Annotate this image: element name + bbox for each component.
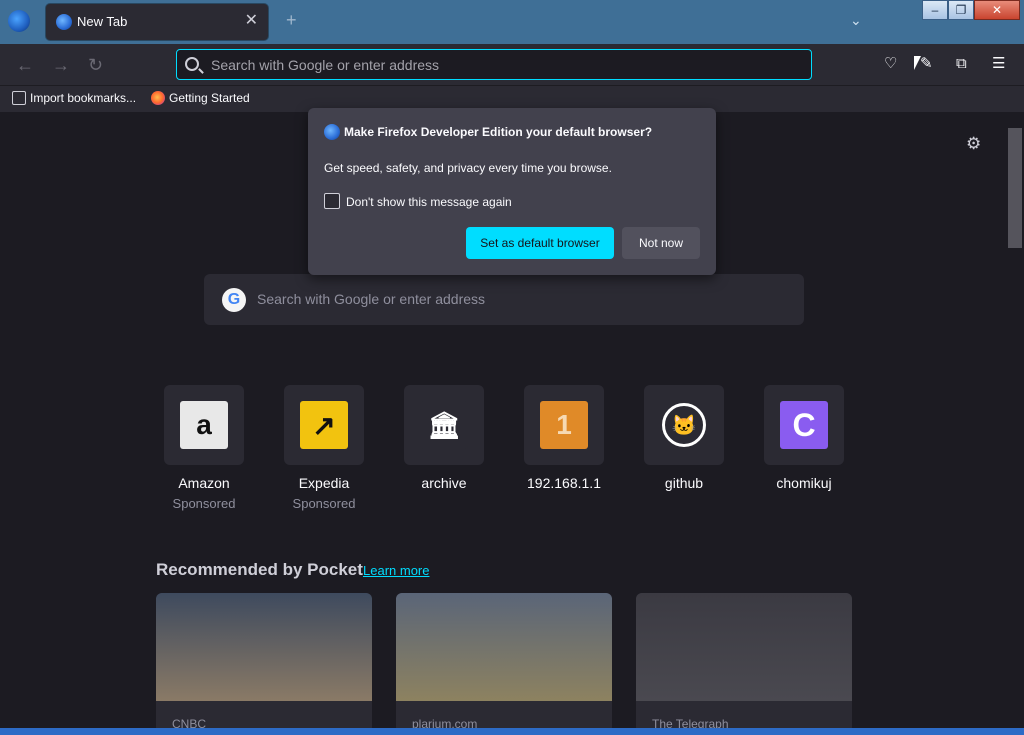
pocket-card-image: [156, 593, 372, 701]
pocket-card[interactable]: The Telegraph: [636, 593, 852, 733]
github-icon: 🐱: [662, 403, 706, 447]
close-tab-icon[interactable]: ✕: [245, 12, 258, 30]
set-default-browser-button[interactable]: Set as default browser: [466, 227, 614, 259]
google-icon: G: [222, 288, 246, 312]
top-site-label: chomikuj: [776, 475, 832, 491]
firefox-developer-icon: [324, 124, 340, 140]
firefox-icon: [56, 14, 72, 30]
firefox-icon: [151, 91, 165, 105]
tab-strip: New Tab ✕ + ⌄ – ❐ ✕: [0, 0, 1024, 44]
developer-tools-icon[interactable]: ✎: [920, 55, 933, 73]
default-browser-popup: Make Firefox Developer Edition your defa…: [308, 108, 716, 275]
forward-button[interactable]: →: [52, 55, 70, 75]
not-now-button[interactable]: Not now: [622, 227, 700, 259]
bookmark-label: Getting Started: [169, 91, 250, 105]
top-site-tile[interactable]: 1 192.168.1.1: [524, 385, 604, 491]
expedia-icon: ↗: [300, 401, 348, 449]
url-placeholder: Search with Google or enter address: [211, 57, 440, 73]
firefox-menu-icon[interactable]: [8, 10, 30, 32]
archive-icon: 🏛: [420, 401, 468, 449]
new-tab-button[interactable]: +: [286, 10, 297, 31]
gear-icon[interactable]: ⚙: [966, 134, 981, 154]
extensions-icon[interactable]: ⧉: [956, 55, 967, 73]
app-menu-icon[interactable]: ☰: [992, 55, 1005, 73]
top-site-label: 192.168.1.1: [527, 475, 601, 491]
window-controls: – ❐ ✕: [922, 0, 1020, 20]
router-icon: 1: [540, 401, 588, 449]
top-site-tile[interactable]: a Amazon Sponsored: [164, 385, 244, 511]
top-site-label: Amazon: [178, 475, 230, 491]
top-site-tile[interactable]: C chomikuj: [764, 385, 844, 491]
scrollbar-thumb[interactable]: [1008, 128, 1022, 248]
close-window-button[interactable]: ✕: [974, 0, 1020, 20]
bookmark-import[interactable]: Import bookmarks...: [12, 91, 136, 105]
dont-show-checkbox[interactable]: [324, 193, 340, 209]
top-site-label: archive: [421, 475, 467, 491]
reload-button[interactable]: ↻: [88, 55, 103, 75]
minimize-button[interactable]: –: [922, 0, 948, 20]
bookmark-getting-started[interactable]: Getting Started: [151, 91, 250, 105]
ntp-search-box[interactable]: G Search with Google or enter address: [204, 274, 804, 325]
tab-new-tab[interactable]: New Tab ✕: [46, 4, 268, 40]
top-site-label: github: [664, 475, 704, 491]
popup-description: Get speed, safety, and privacy every tim…: [324, 161, 612, 175]
restore-button[interactable]: ❐: [948, 0, 974, 20]
top-site-tile[interactable]: ↗ Expedia Sponsored: [284, 385, 364, 511]
top-site-tile[interactable]: 🏛 archive: [404, 385, 484, 491]
pocket-card[interactable]: CNBC: [156, 593, 372, 733]
pocket-card[interactable]: plarium.com: [396, 593, 612, 733]
amazon-icon: a: [180, 401, 228, 449]
search-icon: [185, 57, 199, 71]
mouse-cursor: [914, 56, 921, 70]
dont-show-label[interactable]: Don't show this message again: [346, 195, 512, 209]
learn-more-link[interactable]: Learn more: [363, 563, 429, 578]
taskbar: [0, 728, 1024, 735]
url-bar[interactable]: Search with Google or enter address: [176, 49, 812, 80]
tab-title: New Tab: [77, 14, 128, 29]
sponsored-label: Sponsored: [292, 496, 356, 511]
back-button[interactable]: ←: [16, 55, 34, 75]
top-site-tile[interactable]: 🐱 github: [644, 385, 724, 491]
pocket-section-title: Recommended by Pocket: [156, 560, 363, 579]
pocket-icon[interactable]: ♡: [884, 55, 897, 73]
bookmark-label: Import bookmarks...: [30, 91, 137, 105]
sponsored-label: Sponsored: [172, 496, 236, 511]
tab-list-chevron-icon[interactable]: ⌄: [850, 12, 862, 29]
top-site-label: Expedia: [298, 475, 350, 491]
pocket-card-image: [396, 593, 612, 701]
import-icon: [12, 91, 26, 105]
chomikuj-icon: C: [780, 401, 828, 449]
nav-bar: ← → ↻ Search with Google or enter addres…: [0, 44, 1024, 86]
popup-title: Make Firefox Developer Edition your defa…: [344, 125, 653, 139]
pocket-card-image: [636, 593, 852, 701]
ntp-search-placeholder: Search with Google or enter address: [257, 291, 486, 307]
